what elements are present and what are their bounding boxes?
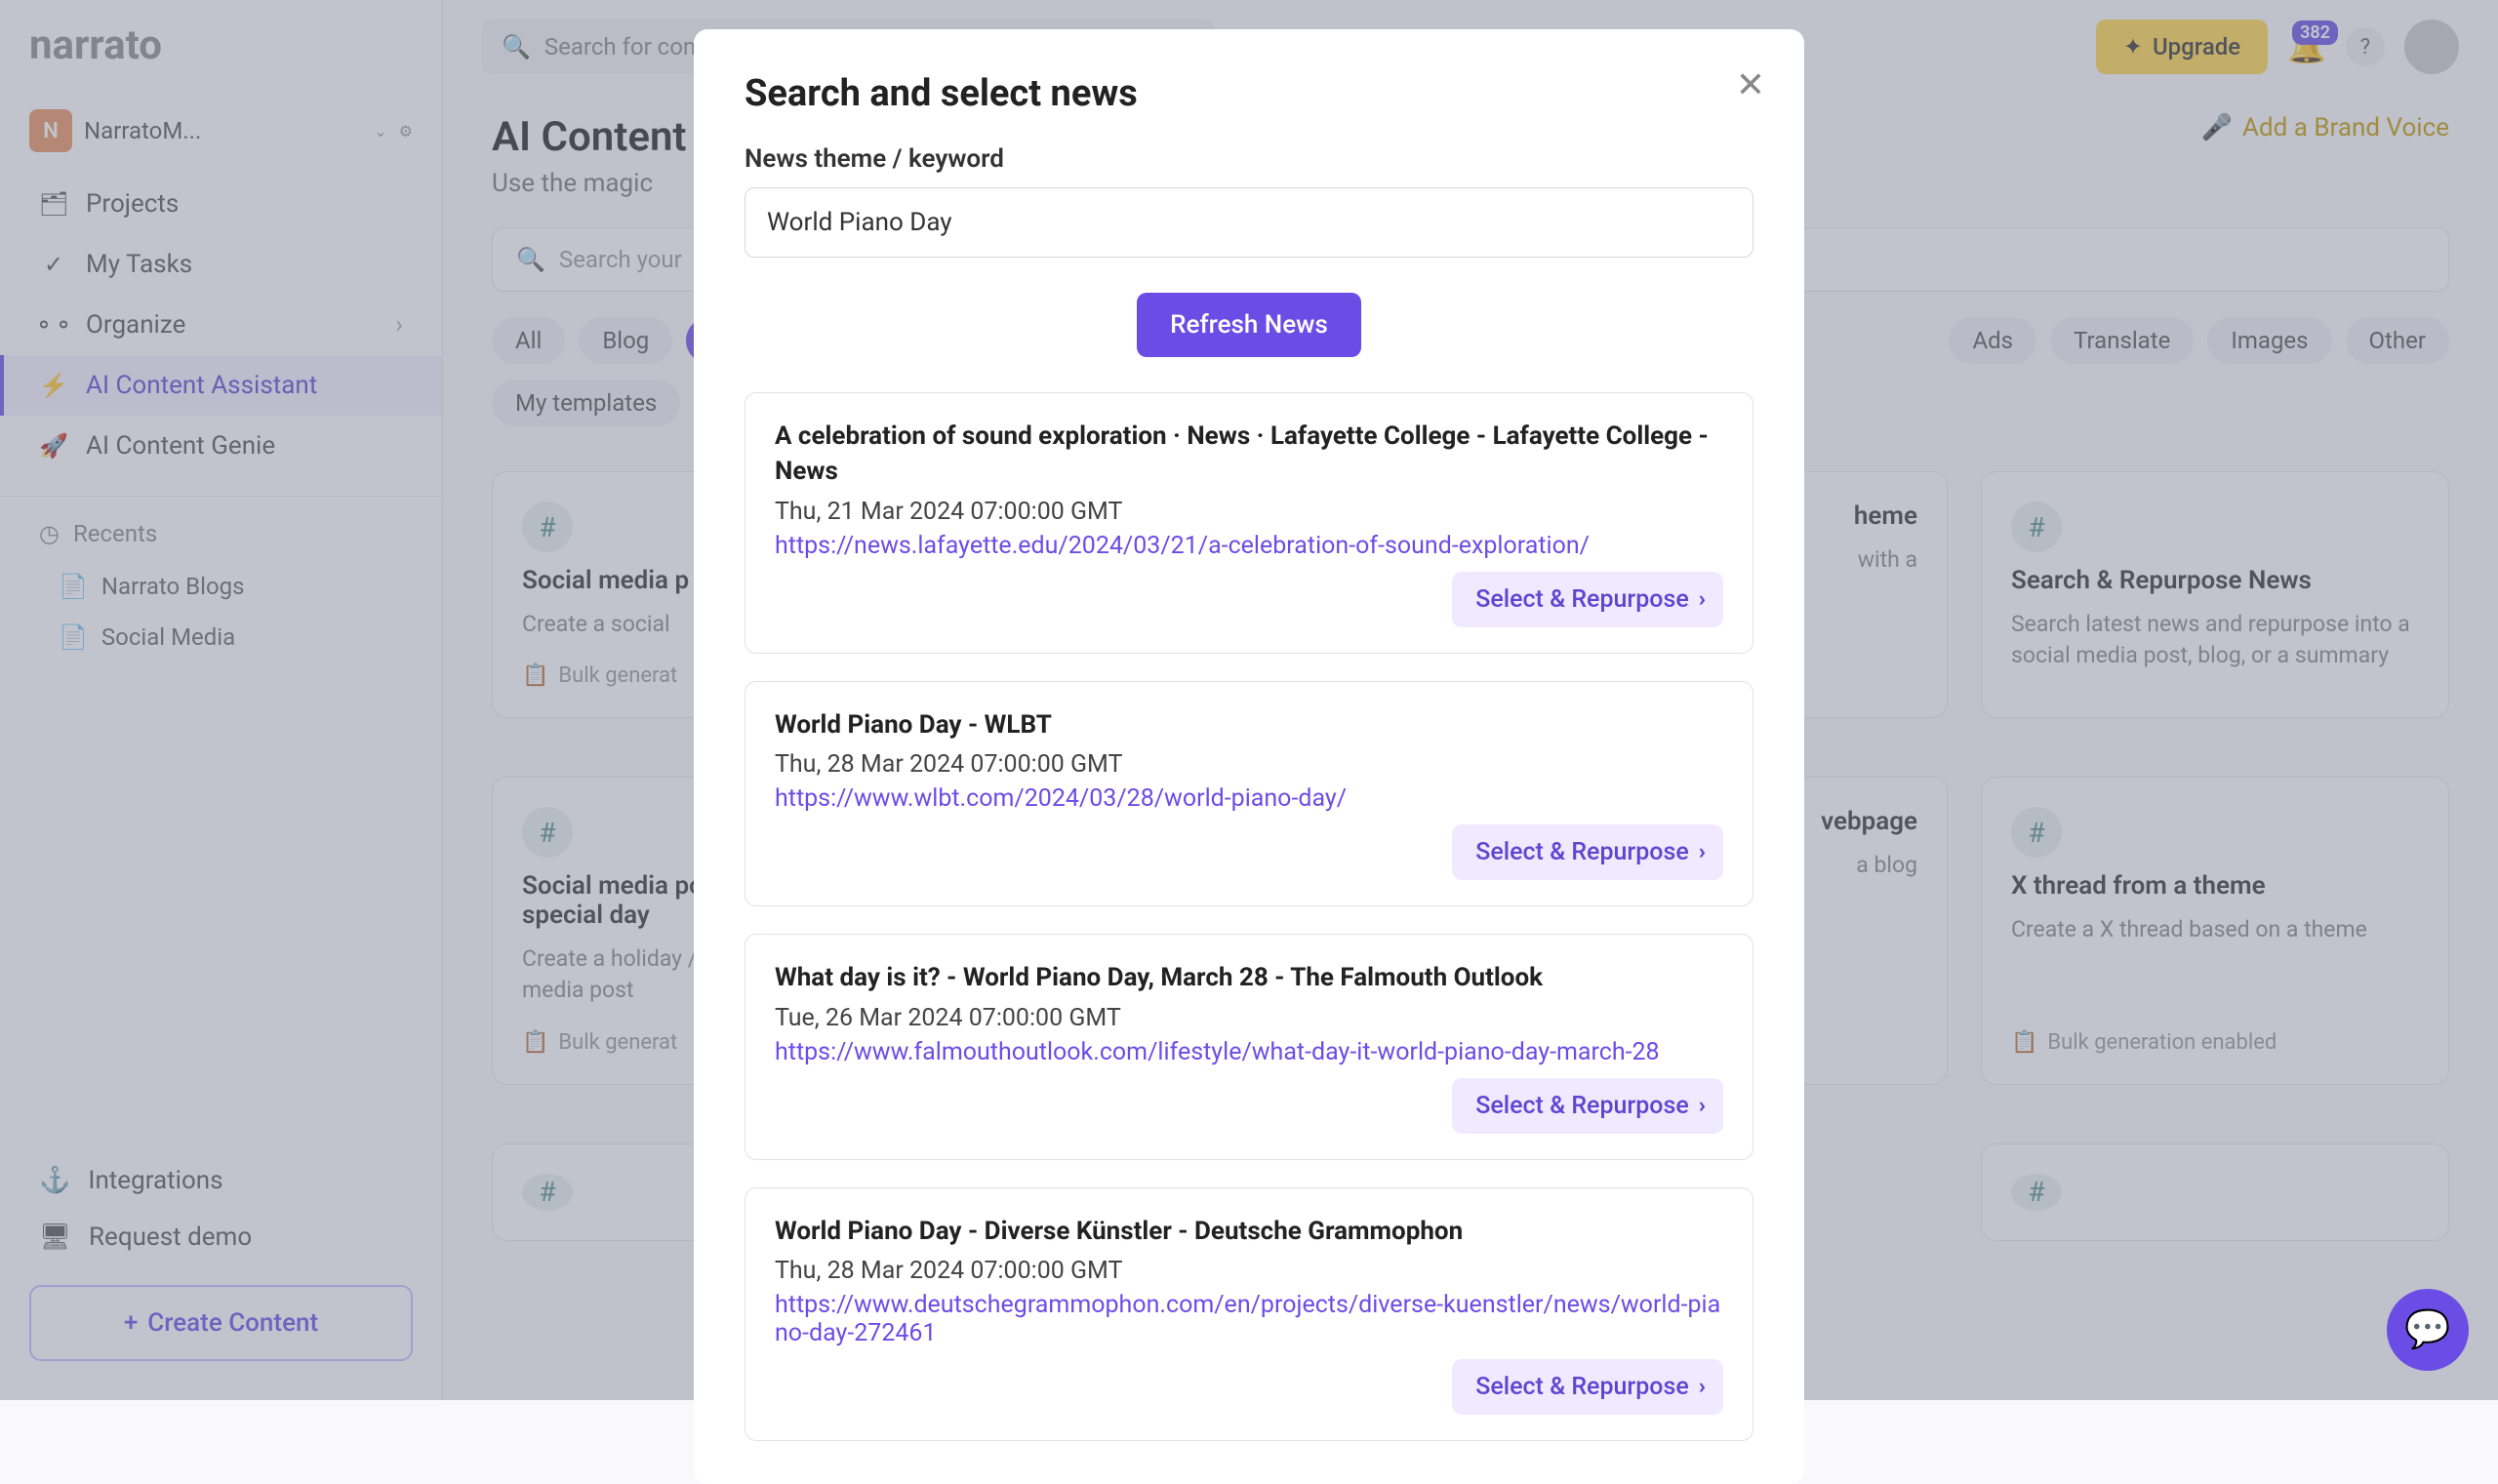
news-result-item: World Piano Day - Diverse Künstler - Deu… <box>745 1187 1753 1441</box>
news-result-item: A celebration of sound exploration · New… <box>745 392 1753 654</box>
news-date: Tue, 26 Mar 2024 07:00:00 GMT <box>775 1004 1723 1032</box>
select-repurpose-button[interactable]: Select & Repurpose›› <box>1452 824 1723 880</box>
news-keyword-input[interactable] <box>745 187 1753 258</box>
news-title: World Piano Day - Diverse Künstler - Deu… <box>775 1214 1723 1249</box>
select-repurpose-button[interactable]: Select & Repurpose›› <box>1452 572 1723 627</box>
select-repurpose-button[interactable]: Select & Repurpose›› <box>1452 1078 1723 1134</box>
field-label: News theme / keyword <box>745 144 1753 174</box>
news-results-list: A celebration of sound exploration · New… <box>745 392 1753 1441</box>
double-chevron-icon: ›› <box>1699 1375 1700 1399</box>
double-chevron-icon: ›› <box>1699 587 1700 612</box>
double-chevron-icon: ›› <box>1699 1094 1700 1118</box>
news-result-item: What day is it? - World Piano Day, March… <box>745 934 1753 1159</box>
news-link[interactable]: https://www.deutschegrammophon.com/en/pr… <box>775 1291 1723 1347</box>
news-title: What day is it? - World Piano Day, March… <box>775 960 1723 995</box>
modal-title: Search and select news <box>745 72 1753 115</box>
close-icon[interactable]: ✕ <box>1736 64 1765 105</box>
chat-icon: 💬 <box>2404 1308 2450 1351</box>
news-date: Thu, 28 Mar 2024 07:00:00 GMT <box>775 1257 1723 1285</box>
search-news-modal: Search and select news ✕ News theme / ke… <box>694 29 1804 1484</box>
news-date: Thu, 28 Mar 2024 07:00:00 GMT <box>775 750 1723 779</box>
double-chevron-icon: ›› <box>1699 840 1700 864</box>
news-link[interactable]: https://news.lafayette.edu/2024/03/21/a-… <box>775 532 1723 560</box>
news-date: Thu, 21 Mar 2024 07:00:00 GMT <box>775 498 1723 526</box>
news-title: World Piano Day - WLBT <box>775 707 1723 742</box>
news-result-item: World Piano Day - WLBT Thu, 28 Mar 2024 … <box>745 681 1753 906</box>
modal-overlay[interactable]: Search and select news ✕ News theme / ke… <box>0 0 2498 1400</box>
chat-support-button[interactable]: 💬 <box>2387 1289 2469 1371</box>
news-link[interactable]: https://www.wlbt.com/2024/03/28/world-pi… <box>775 784 1723 813</box>
news-link[interactable]: https://www.falmouthoutlook.com/lifestyl… <box>775 1038 1723 1066</box>
refresh-news-button[interactable]: Refresh News <box>1137 293 1361 357</box>
news-title: A celebration of sound exploration · New… <box>775 419 1723 490</box>
select-repurpose-button[interactable]: Select & Repurpose›› <box>1452 1359 1723 1415</box>
